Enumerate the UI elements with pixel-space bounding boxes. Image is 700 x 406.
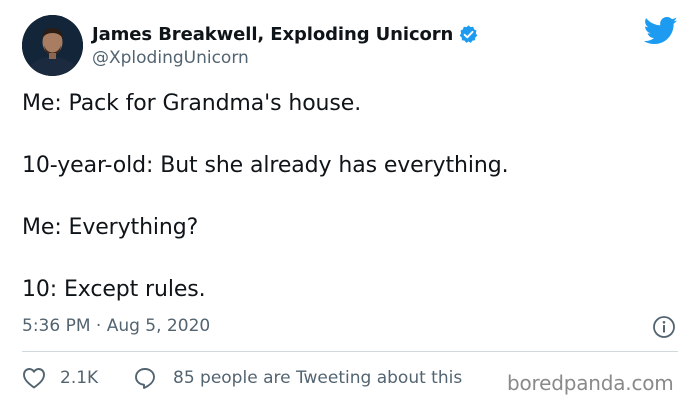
tweet-text-line: Me: Everything?: [22, 215, 199, 240]
heart-icon[interactable]: [22, 367, 46, 389]
like-count[interactable]: 2.1K: [60, 368, 98, 388]
info-icon[interactable]: [652, 315, 676, 339]
tweet-text-line: 10-year-old: But she already has everyth…: [22, 153, 509, 178]
divider: [22, 351, 678, 352]
avatar[interactable]: [22, 15, 83, 76]
tweet-text-line: 10: Except rules.: [22, 277, 206, 302]
speech-bubble-icon[interactable]: [133, 366, 157, 390]
display-name[interactable]: James Breakwell, Exploding Unicorn: [92, 24, 453, 45]
tweet-card: James Breakwell, Exploding Unicorn @Xplo…: [0, 0, 700, 406]
verified-badge-icon: [458, 24, 479, 45]
reply-text[interactable]: 85 people are Tweeting about this: [173, 368, 462, 388]
twitter-bird-icon[interactable]: [643, 16, 678, 46]
timestamp[interactable]: 5:36 PM · Aug 5, 2020: [22, 316, 210, 336]
display-name-row: James Breakwell, Exploding Unicorn: [92, 22, 479, 46]
tweet-text-line: Me: Pack for Grandma's house.: [22, 91, 362, 116]
handle[interactable]: @XplodingUnicorn: [92, 48, 249, 68]
watermark: boredpanda.com: [507, 371, 674, 395]
